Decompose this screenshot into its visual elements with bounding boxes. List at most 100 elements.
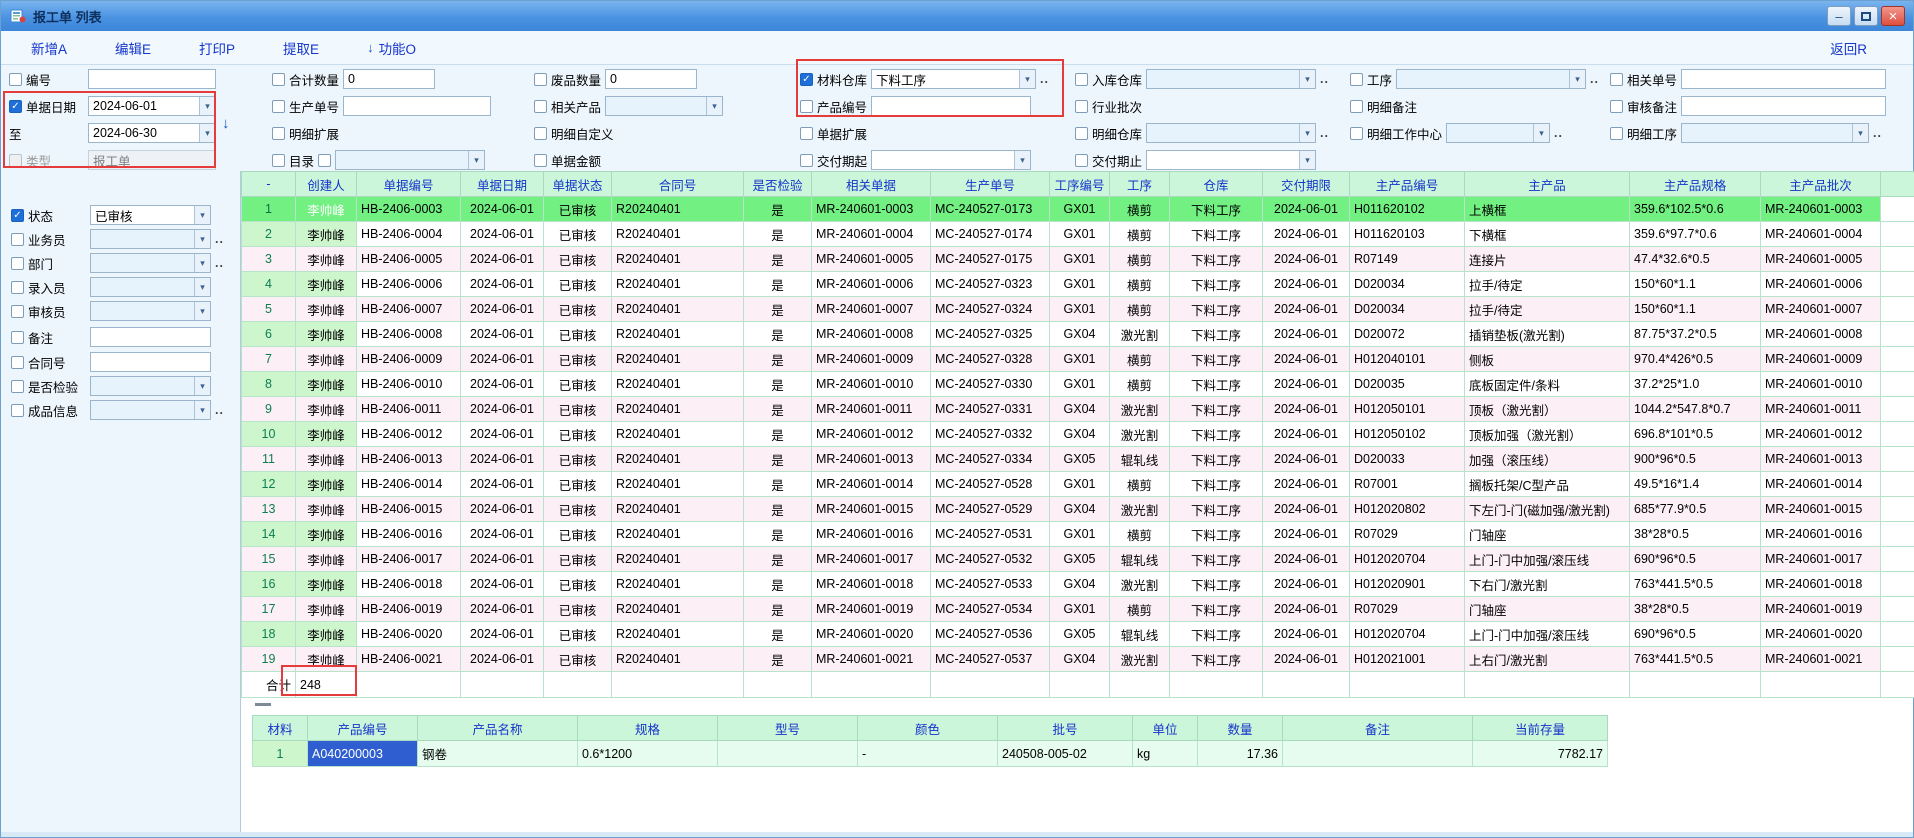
cell[interactable]: R07149 [1350, 247, 1465, 272]
cell[interactable]: 696.8*101*0.5 [1630, 422, 1761, 447]
cell[interactable]: GX01 [1050, 597, 1110, 622]
cell[interactable]: R07001 [1350, 472, 1465, 497]
cell[interactable]: 685*77.9*0.5 [1630, 497, 1761, 522]
cell[interactable]: 下料工序 [1170, 372, 1263, 397]
chevron-down-icon[interactable]: ▾ [194, 278, 210, 296]
related-product-select[interactable]: ▾ [605, 96, 723, 116]
cell[interactable]: MC-240527-0331 [931, 397, 1050, 422]
cell[interactable]: MC-240527-0173 [931, 197, 1050, 222]
cell[interactable]: MR-240601-0014 [1761, 472, 1881, 497]
cell[interactable]: 763*441.5*0.5 [1630, 572, 1761, 597]
cell[interactable]: 3 [242, 247, 296, 272]
cell[interactable]: MR-240601-0005 [1761, 247, 1881, 272]
cell[interactable]: 7782.17 [1473, 741, 1608, 767]
column-header[interactable]: 型号 [718, 716, 858, 741]
cell[interactable]: H012020704 [1350, 622, 1465, 647]
cell[interactable]: MR-240601-0018 [812, 572, 931, 597]
cell[interactable]: MR-240601-0005 [812, 247, 931, 272]
cell[interactable]: MR-240601-0012 [1761, 422, 1881, 447]
cell[interactable]: 激光割 [1110, 422, 1170, 447]
cell[interactable]: 是 [744, 447, 812, 472]
cell[interactable]: GX04 [1050, 572, 1110, 597]
column-header[interactable]: 相关单据 [812, 172, 931, 197]
cell[interactable]: - [858, 741, 998, 767]
related-doc-no-input[interactable] [1681, 69, 1886, 89]
cell[interactable]: 17.36 [1198, 741, 1283, 767]
cell[interactable]: MR-240601-0013 [1761, 447, 1881, 472]
cell[interactable]: 2024-06-01 [461, 197, 544, 222]
cell[interactable]: 横剪 [1110, 197, 1170, 222]
cell[interactable]: 下左门-门(磁加强/激光割) [1465, 497, 1630, 522]
cell[interactable]: 下料工序 [1170, 422, 1263, 447]
cell[interactable]: R20240401 [612, 422, 744, 447]
table-row[interactable]: 7李帅峰HB-2406-00092024-06-01已审核R20240401是M… [242, 347, 1914, 372]
cell[interactable]: 是 [744, 272, 812, 297]
cell[interactable]: 是 [744, 322, 812, 347]
cell[interactable]: MC-240527-0325 [931, 322, 1050, 347]
cell[interactable]: 是 [744, 497, 812, 522]
new-button[interactable]: 新增A [31, 38, 67, 58]
chevron-down-icon[interactable]: ▾ [194, 302, 210, 320]
cell[interactable]: 是 [744, 647, 812, 672]
column-header[interactable]: 主产品 [1465, 172, 1630, 197]
cell[interactable]: 是 [744, 572, 812, 597]
cell[interactable]: H012050102 [1350, 422, 1465, 447]
cell[interactable]: 门轴座 [1465, 522, 1630, 547]
column-header[interactable]: 备注 [1283, 716, 1473, 741]
cell[interactable]: MR-240601-0010 [812, 372, 931, 397]
cell[interactable]: 2024-06-01 [1263, 197, 1350, 222]
cell[interactable]: GX05 [1050, 447, 1110, 472]
cell[interactable]: MR-240601-0007 [1761, 297, 1881, 322]
checkbox[interactable] [318, 154, 331, 167]
cell[interactable]: R20240401 [612, 297, 744, 322]
cell[interactable]: 下料工序 [1170, 522, 1263, 547]
cell[interactable]: GX01 [1050, 522, 1110, 547]
close-button[interactable]: × [1881, 6, 1905, 26]
cell[interactable]: MC-240527-0323 [931, 272, 1050, 297]
cell[interactable]: 是 [744, 597, 812, 622]
cell[interactable] [718, 741, 858, 767]
date-to-input[interactable]: 2024-06-30▾ [88, 123, 216, 143]
checkbox[interactable] [1075, 100, 1088, 113]
cell[interactable]: 17 [242, 597, 296, 622]
table-row[interactable]: 2李帅峰HB-2406-00042024-06-01已审核R20240401是M… [242, 222, 1914, 247]
cell[interactable]: 搁板托架/C型产品 [1465, 472, 1630, 497]
side-filter-select[interactable]: ▾ [90, 400, 211, 420]
cell[interactable]: 2024-06-01 [1263, 547, 1350, 572]
cell[interactable]: 是 [744, 222, 812, 247]
checkbox[interactable] [11, 233, 24, 246]
cell[interactable]: 激光割 [1110, 497, 1170, 522]
table-row[interactable]: 5李帅峰HB-2406-00072024-06-01已审核R20240401是M… [242, 297, 1914, 322]
function-button[interactable]: ↓功能O [367, 38, 416, 58]
cell[interactable]: HB-2406-0017 [357, 547, 461, 572]
cell[interactable]: HB-2406-0010 [357, 372, 461, 397]
cell[interactable]: HB-2406-0019 [357, 597, 461, 622]
chevron-down-icon[interactable]: ▾ [194, 230, 210, 248]
cell[interactable]: 是 [744, 522, 812, 547]
cell[interactable]: MC-240527-0334 [931, 447, 1050, 472]
detail-warehouse-select[interactable]: ▾ [1146, 123, 1316, 143]
cell[interactable]: GX04 [1050, 422, 1110, 447]
cell[interactable]: 已审核 [544, 622, 612, 647]
detail-row[interactable]: 1A040200003钢卷0.6*1200-240508-005-02kg17.… [253, 741, 1608, 767]
maximize-button[interactable] [1854, 6, 1878, 26]
cell[interactable]: 2024-06-01 [1263, 647, 1350, 672]
column-header[interactable]: 工序编号 [1050, 172, 1110, 197]
cell[interactable]: 2024-06-01 [1263, 472, 1350, 497]
cell[interactable]: 李帅峰 [296, 272, 357, 297]
column-header[interactable]: 主产品编号 [1350, 172, 1465, 197]
cell[interactable]: MC-240527-0324 [931, 297, 1050, 322]
cell[interactable]: 6 [242, 322, 296, 347]
print-button[interactable]: 打印P [199, 38, 235, 58]
table-row[interactable]: 4李帅峰HB-2406-00062024-06-01已审核R20240401是M… [242, 272, 1914, 297]
table-row[interactable]: 6李帅峰HB-2406-00082024-06-01已审核R20240401是M… [242, 322, 1914, 347]
cell[interactable]: 2024-06-01 [461, 272, 544, 297]
cell[interactable]: 2024-06-01 [461, 522, 544, 547]
cell[interactable]: 底板固定件/条料 [1465, 372, 1630, 397]
cell[interactable]: 7 [242, 347, 296, 372]
cell[interactable]: MR-240601-0013 [812, 447, 931, 472]
cell[interactable]: 8 [242, 372, 296, 397]
cell[interactable]: 李帅峰 [296, 597, 357, 622]
cell[interactable]: HB-2406-0018 [357, 572, 461, 597]
cell[interactable]: 横剪 [1110, 222, 1170, 247]
